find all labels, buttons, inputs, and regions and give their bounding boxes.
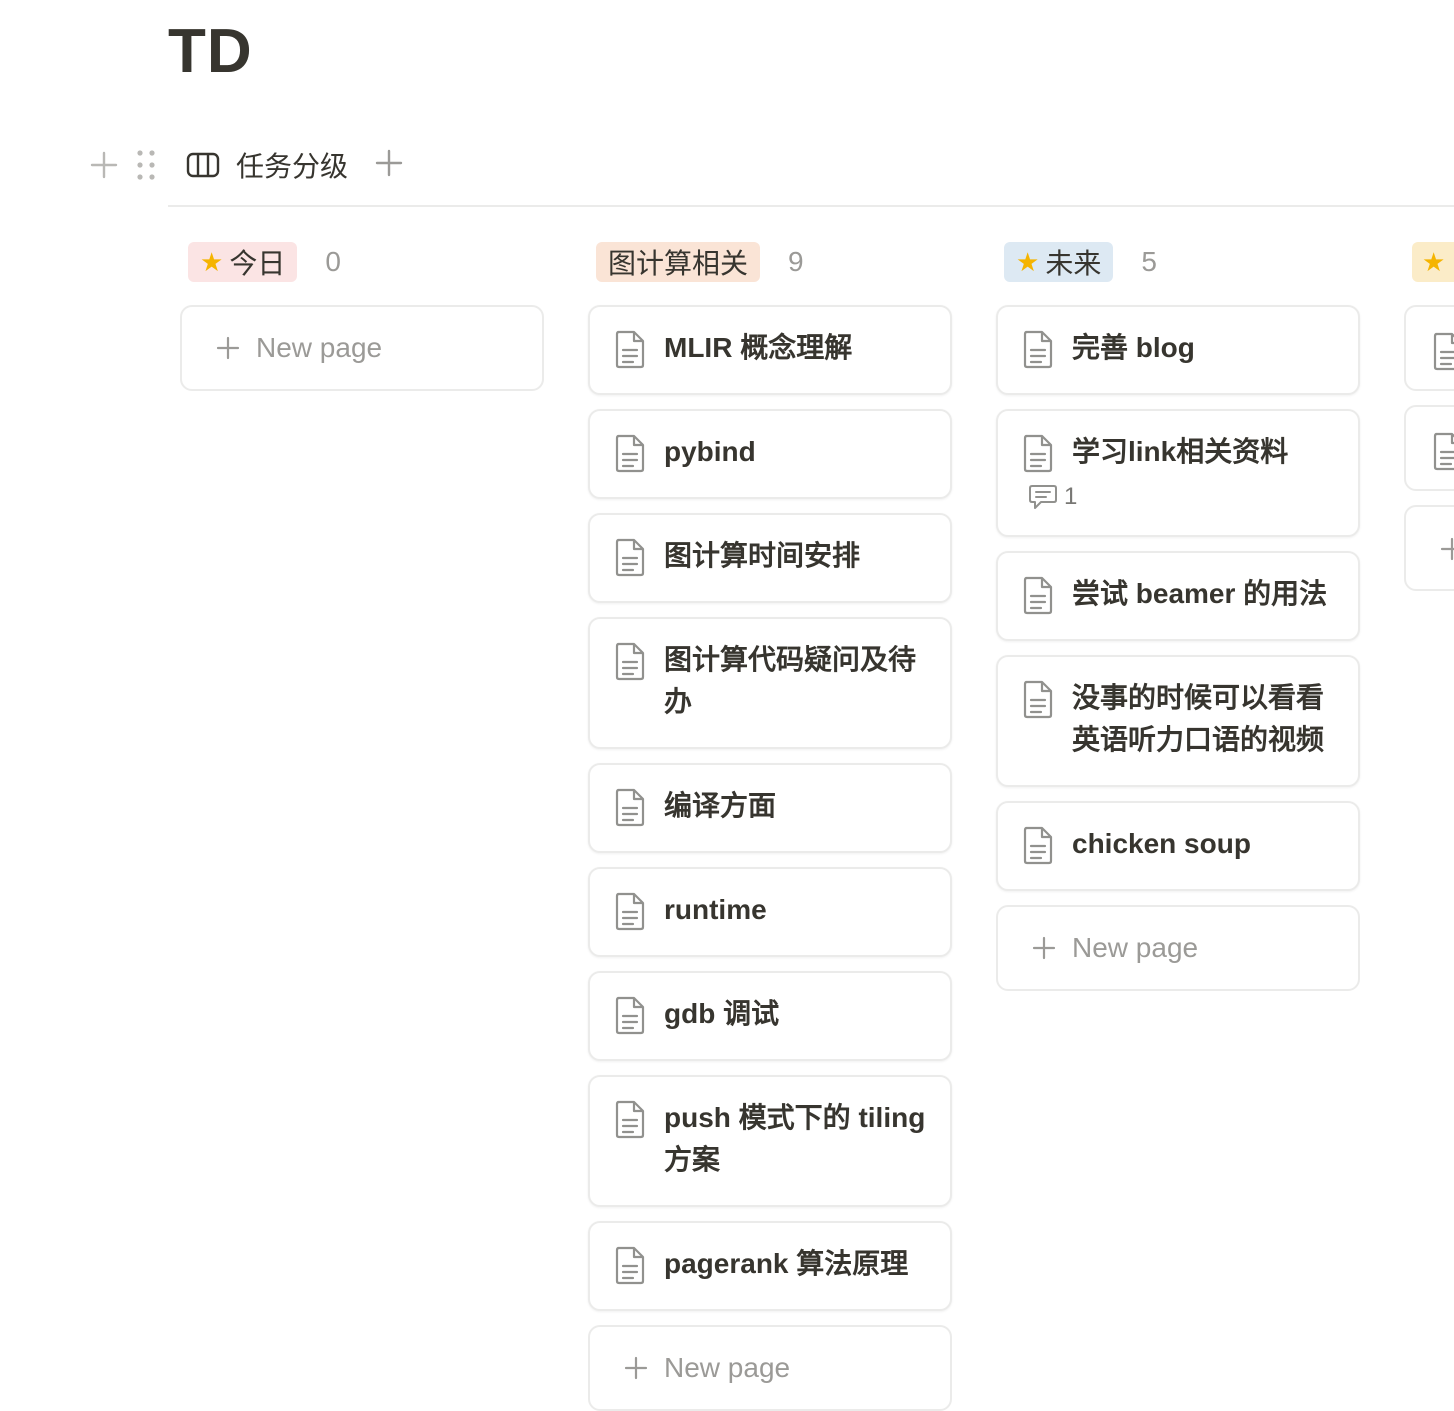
document-icon: [1432, 331, 1454, 376]
column-group-pill: ★ 未来: [1004, 242, 1114, 282]
board-view-tab[interactable]: 任务分级: [186, 142, 348, 188]
column-group-pill: 图计算相关: [596, 242, 761, 282]
board-card[interactable]: runtime: [588, 867, 952, 957]
card-comments[interactable]: 1: [1028, 483, 1334, 511]
document-icon: [1022, 679, 1054, 719]
plus-icon: [216, 336, 240, 360]
column-name: 图计算相关: [608, 248, 749, 279]
new-page-button[interactable]: [1404, 505, 1454, 591]
document-icon: [614, 995, 646, 1035]
board-card[interactable]: push 模式下的 tiling 方案: [588, 1075, 952, 1207]
plus-icon: [624, 1356, 648, 1380]
board-column: ★ 未来 5 完善 blog 学习link相关资料 1 尝试 beamer 的用…: [996, 242, 1360, 991]
card-title: 没事的时候可以看看英语听力口语的视频: [1072, 682, 1325, 755]
card-title: pagerank 算法原理: [664, 1248, 909, 1279]
column-header[interactable]: ★ 今日 0: [188, 242, 544, 282]
board-card[interactable]: 编译方面: [588, 763, 952, 853]
card-title: push 模式下的 tiling 方案: [664, 1102, 926, 1175]
document-icon: [614, 641, 646, 681]
card-title: gdb 调试: [664, 998, 780, 1029]
board-card[interactable]: pybind: [588, 409, 952, 499]
column-header[interactable]: 图计算相关 9: [596, 242, 952, 282]
board-card[interactable]: 尝试 beamer 的用法: [996, 551, 1360, 641]
column-header[interactable]: ★ 未来 5: [1004, 242, 1360, 282]
plus-icon: [1440, 537, 1454, 566]
board-card[interactable]: 图计算时间安排: [588, 513, 952, 603]
star-icon: ★: [200, 247, 224, 277]
card-title: 尝试 beamer 的用法: [1072, 578, 1328, 609]
star-icon: ★: [1422, 246, 1446, 277]
page-title: TD: [168, 17, 253, 86]
new-page-label: New page: [1072, 932, 1199, 963]
column-group-pill: ★: [1412, 242, 1454, 282]
board-card[interactable]: 完善 blog: [996, 305, 1360, 395]
board-card[interactable]: [1404, 405, 1454, 491]
board-card[interactable]: 学习link相关资料 1: [996, 409, 1360, 537]
board-card[interactable]: pagerank 算法原理: [588, 1221, 952, 1311]
board-view-icon: [186, 152, 220, 178]
column-group-pill: ★ 今日: [188, 242, 298, 282]
card-title: 图计算代码疑问及待办: [664, 644, 917, 717]
board-column: 图计算相关 9 MLIR 概念理解 pybind 图计算时间安排 图计算代码疑问…: [588, 242, 952, 1411]
board-card[interactable]: 图计算代码疑问及待办: [588, 617, 952, 749]
document-icon: [1432, 431, 1454, 476]
document-icon: [1022, 575, 1054, 615]
document-icon: [1022, 433, 1054, 473]
board-card[interactable]: chicken soup: [996, 801, 1360, 891]
column-name: 今日: [229, 248, 286, 279]
card-title: 完善 blog: [1072, 332, 1195, 363]
card-title: MLIR 概念理解: [664, 332, 853, 363]
column-count: 5: [1141, 246, 1157, 277]
card-title: 学习link相关资料: [1072, 436, 1289, 467]
board-card[interactable]: gdb 调试: [588, 971, 952, 1061]
document-icon: [1022, 825, 1054, 865]
column-count: 0: [325, 246, 341, 277]
document-icon: [614, 433, 646, 473]
card-list: 完善 blog 学习link相关资料 1 尝试 beamer 的用法 没事的时候…: [996, 305, 1360, 891]
board-column: ★ 今日 0 New page: [180, 242, 544, 391]
drag-handle-icon[interactable]: [133, 148, 159, 182]
document-icon: [1022, 329, 1054, 369]
add-block-plus-icon[interactable]: [89, 150, 119, 180]
card-title: 编译方面: [664, 790, 777, 821]
view-label: 任务分级: [236, 151, 349, 182]
board-column-clipped: ★: [1404, 242, 1454, 602]
column-count: 9: [788, 246, 804, 277]
card-title: chicken soup: [1072, 828, 1251, 859]
add-view-plus-icon[interactable]: [374, 148, 404, 178]
view-divider: [168, 205, 1454, 207]
new-page-button[interactable]: New page: [180, 305, 544, 391]
card-title: 图计算时间安排: [664, 540, 861, 571]
column-name: 未来: [1045, 248, 1102, 279]
new-page-label: New page: [664, 1352, 791, 1383]
document-icon: [614, 891, 646, 931]
document-icon: [614, 329, 646, 369]
document-icon: [614, 787, 646, 827]
new-page-button[interactable]: New page: [996, 905, 1360, 991]
card-title: runtime: [664, 894, 767, 925]
new-page-button[interactable]: New page: [588, 1325, 952, 1411]
plus-icon: [1032, 936, 1056, 960]
card-list: MLIR 概念理解 pybind 图计算时间安排 图计算代码疑问及待办 编译方面…: [588, 305, 952, 1311]
card-title: pybind: [664, 436, 756, 467]
star-icon: ★: [1016, 247, 1040, 277]
comment-icon: [1028, 483, 1058, 511]
document-icon: [614, 1245, 646, 1285]
comment-count: 1: [1064, 483, 1078, 510]
board-card[interactable]: [1404, 305, 1454, 391]
board-card[interactable]: 没事的时候可以看看英语听力口语的视频: [996, 655, 1360, 787]
document-icon: [614, 537, 646, 577]
document-icon: [614, 1099, 646, 1139]
new-page-label: New page: [256, 332, 383, 363]
board-card[interactable]: MLIR 概念理解: [588, 305, 952, 395]
